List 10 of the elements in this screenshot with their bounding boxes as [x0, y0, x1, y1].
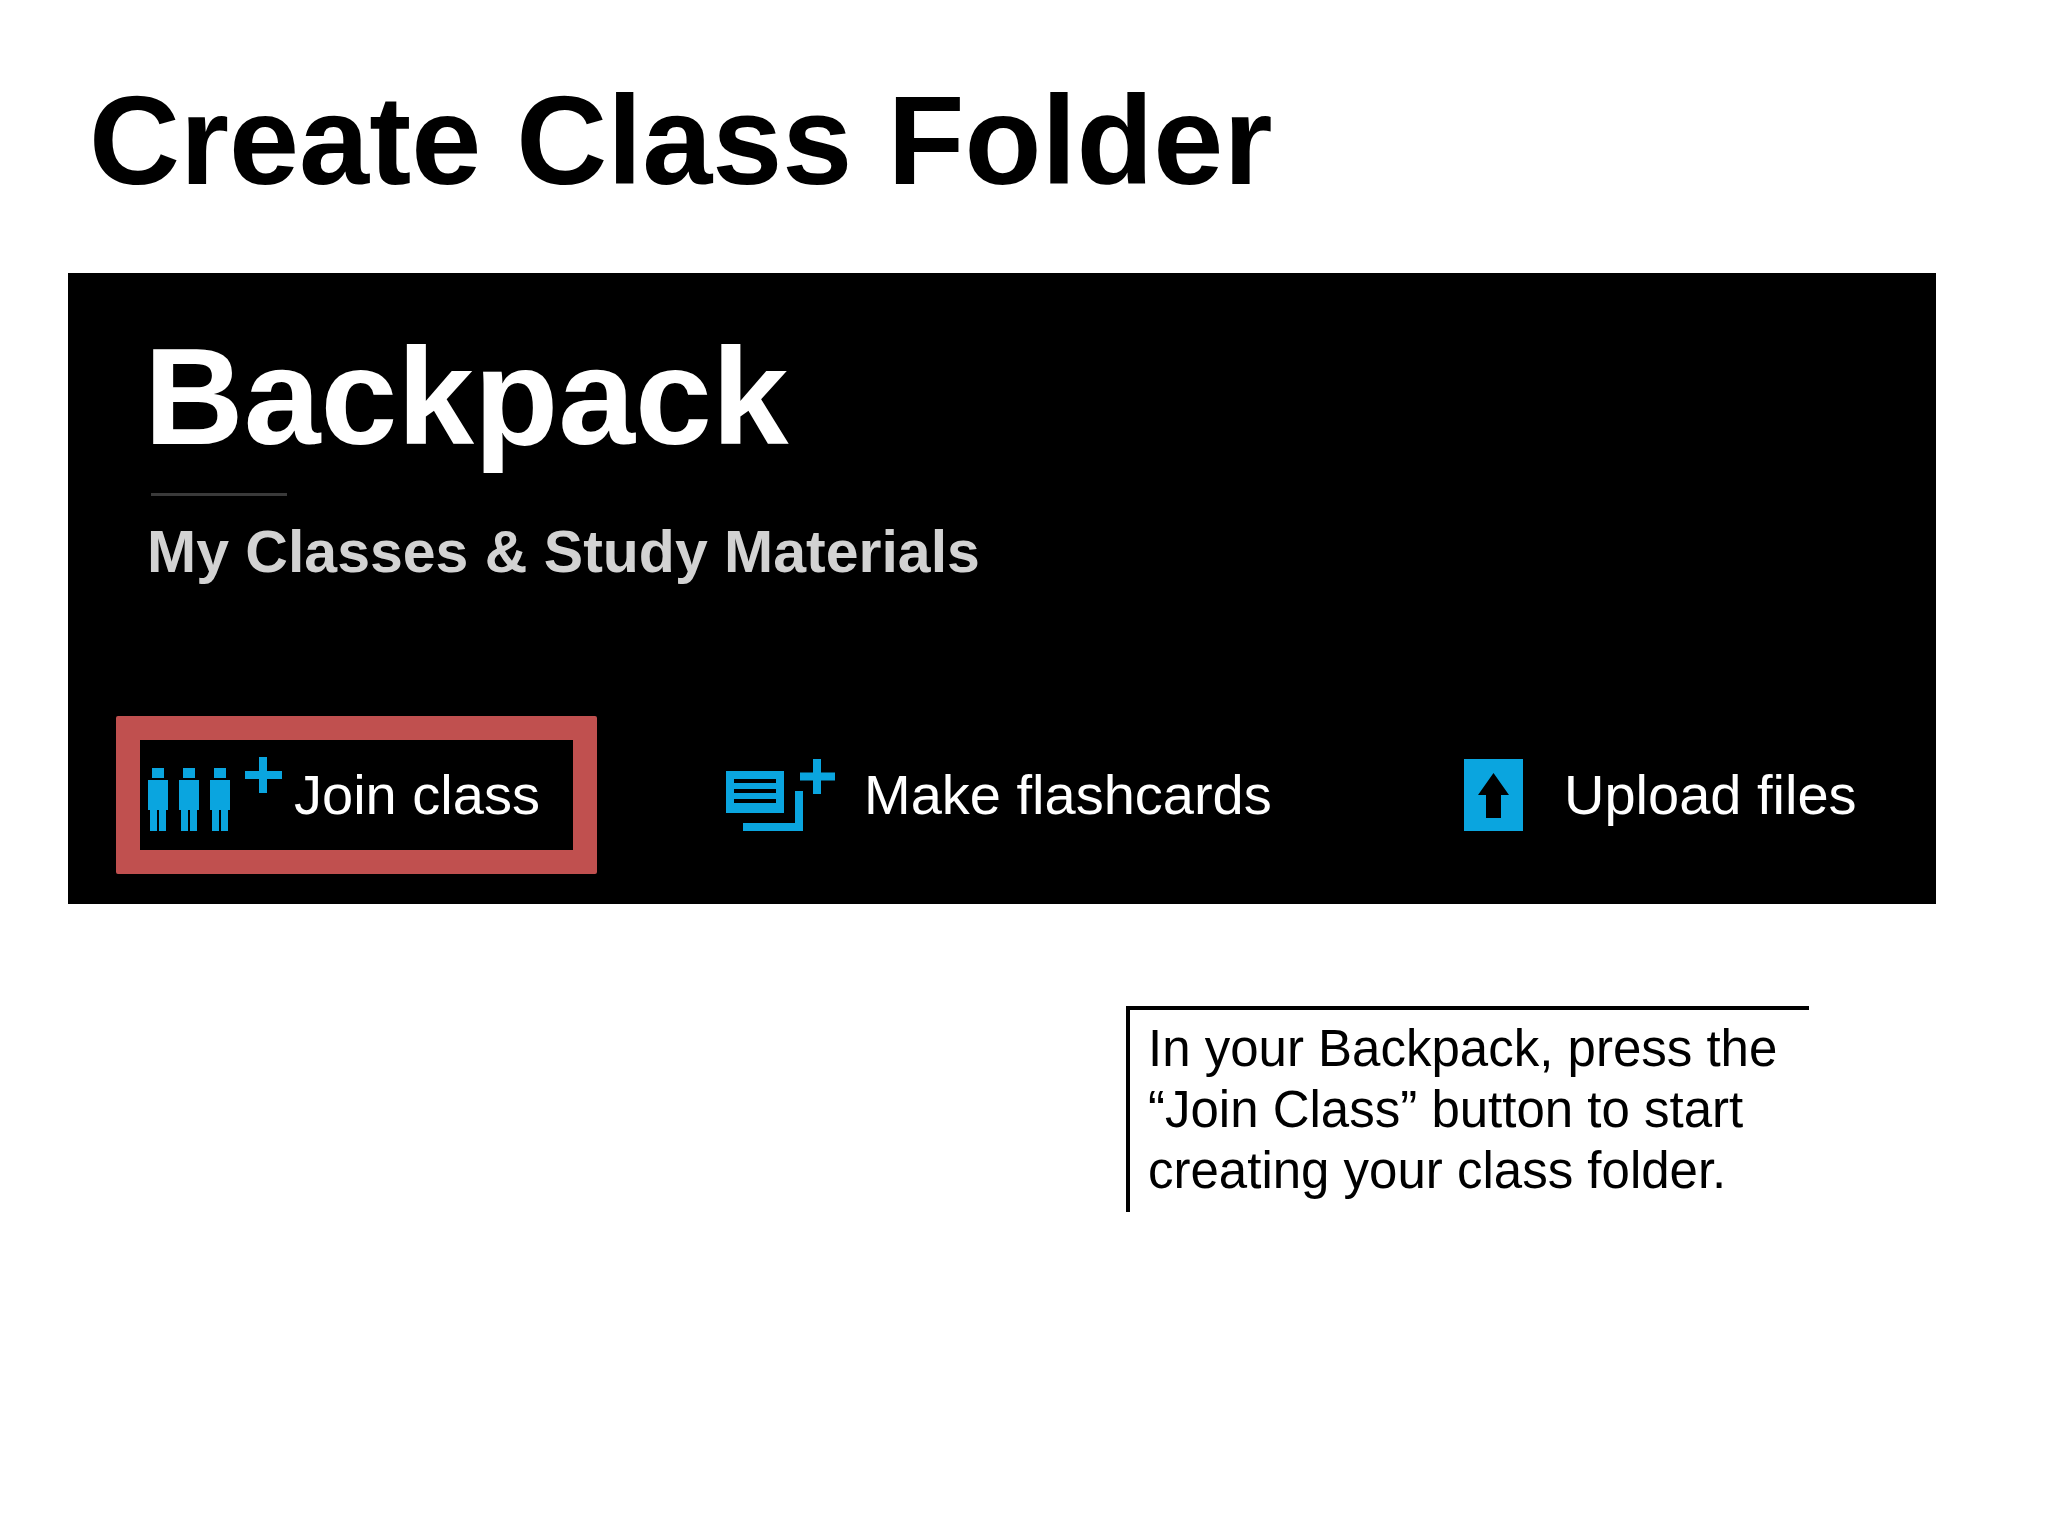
upload-icon [1464, 758, 1523, 831]
slide-title: Create Class Folder [89, 78, 1273, 204]
callout-text: In your Backpack, press the “Join Class” button to start creating your class folder. [1148, 1018, 1779, 1201]
people-plus-icon [148, 757, 282, 833]
upload-files-button[interactable]: Upload files [1456, 739, 1890, 850]
page-heading: Backpack [144, 318, 789, 475]
join-class-button[interactable]: Join class [140, 739, 573, 850]
cards-plus-icon [726, 758, 836, 831]
page-subheading: My Classes & Study Materials [147, 522, 980, 582]
make-flashcards-button[interactable]: Make flashcards [718, 739, 1305, 850]
